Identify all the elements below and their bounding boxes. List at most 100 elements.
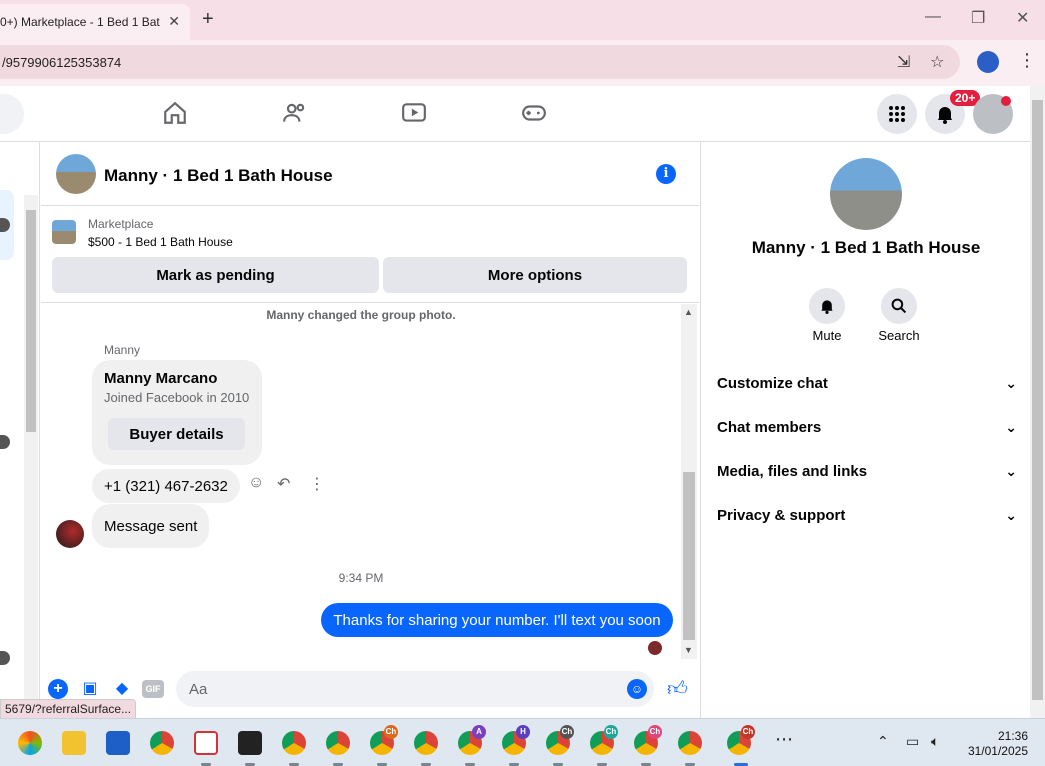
buyer-card: Manny Marcano Joined Facebook in 2010 Bu…	[92, 360, 262, 465]
sticky-notes-icon[interactable]	[238, 731, 262, 755]
system-clock[interactable]: 21:36 31/01/2025	[964, 729, 1028, 759]
file-explorer-icon[interactable]	[62, 731, 86, 755]
minimize-icon[interactable]: —	[925, 8, 941, 26]
chevron-down-icon: ⌄	[1005, 419, 1017, 435]
search-label[interactable]: Search	[869, 328, 929, 343]
message-text: Thanks for sharing your number. I'll tex…	[333, 611, 661, 629]
add-attachment-icon[interactable]: +	[48, 679, 68, 699]
snipping-tool-icon[interactable]	[194, 731, 218, 755]
scroll-down-arrow-icon[interactable]: ▼	[684, 645, 693, 655]
message-bubble[interactable]: Message sent	[92, 504, 210, 548]
chrome-profile-icon[interactable]	[326, 731, 350, 755]
item-label: Privacy & support	[717, 507, 846, 524]
tray-chevron-up-icon[interactable]: ⌃	[877, 733, 889, 750]
more-apps-icon[interactable]: ⋯	[775, 729, 793, 750]
customize-chat-item[interactable]: Customize chat ⌄	[717, 375, 1017, 392]
fb-search-field[interactable]	[0, 94, 24, 134]
marketplace-listing-bar: Marketplace $500 - 1 Bed 1 Bath House Ma…	[41, 207, 699, 303]
more-options-button[interactable]: More options	[383, 257, 687, 293]
message-bubble[interactable]: +1 (321) 467-2632	[92, 469, 240, 503]
tab-close-icon[interactable]: ✕	[168, 13, 180, 30]
address-bar-row: /9579906125353874 ⇲ ☆ ⋮	[0, 40, 1045, 86]
gif-icon[interactable]: GIF	[142, 680, 164, 698]
watch-icon[interactable]	[400, 100, 428, 128]
like-thumb-icon[interactable]: 👍︎	[667, 677, 688, 701]
chrome-profile-icon[interactable]	[414, 731, 438, 755]
message-input-placeholder: Aa	[189, 680, 208, 698]
media-files-links-item[interactable]: Media, files and links ⌄	[717, 463, 1017, 480]
conversation-title[interactable]: Manny · 1 Bed 1 Bath House	[104, 166, 333, 186]
buyer-details-button[interactable]: Buyer details	[108, 418, 245, 450]
item-label: Chat members	[717, 419, 822, 436]
info-icon[interactable]: i	[656, 164, 676, 184]
conversation-scroll-thumb[interactable]	[683, 472, 695, 640]
browser-tab[interactable]: 0+) Marketplace - 1 Bed 1 Bat ✕	[0, 4, 190, 40]
group-name: Manny · 1 Bed 1 Bath House	[751, 238, 981, 257]
privacy-support-item[interactable]: Privacy & support ⌄	[717, 507, 1017, 524]
item-label: Customize chat	[717, 375, 828, 392]
reply-icon[interactable]: ↶	[277, 474, 290, 494]
mute-label[interactable]: Mute	[797, 328, 857, 343]
install-app-icon[interactable]: ⇲	[897, 52, 910, 72]
react-emoji-icon[interactable]: ☺	[248, 474, 264, 492]
scroll-up-arrow-icon[interactable]: ▲	[684, 307, 693, 317]
url-field[interactable]: /9579906125353874	[0, 45, 960, 79]
conversation-header: Manny · 1 Bed 1 Bath House i	[41, 142, 699, 206]
store-icon[interactable]	[106, 731, 130, 755]
system-message: Manny changed the group photo.	[266, 308, 456, 322]
message-text: +1 (321) 467-2632	[104, 477, 228, 495]
page-scroll-thumb[interactable]	[1032, 100, 1043, 700]
volume-icon[interactable]: 🔈︎	[931, 733, 939, 750]
message-timestamp: 9:34 PM	[338, 571, 384, 585]
group-photo[interactable]	[830, 158, 902, 230]
friends-icon[interactable]	[281, 100, 309, 128]
sender-avatar[interactable]	[56, 520, 84, 548]
sidebar-scroll-thumb[interactable]	[26, 210, 36, 432]
link-status-bar: 5679/?referralSurface...	[0, 699, 137, 719]
chrome-icon[interactable]	[150, 731, 174, 755]
copilot-icon[interactable]	[18, 731, 42, 755]
browser-menu-icon[interactable]: ⋮	[1018, 50, 1036, 71]
marketplace-label: Marketplace	[88, 217, 154, 231]
mark-as-pending-button[interactable]: Mark as pending	[52, 257, 379, 293]
sender-name: Manny	[104, 343, 141, 357]
more-actions-icon[interactable]: ⋮	[309, 474, 325, 494]
network-icon[interactable]: ▭	[906, 733, 919, 750]
chevron-down-icon: ⌄	[1005, 375, 1017, 391]
clock-date: 31/01/2025	[967, 744, 1028, 758]
chat-members-item[interactable]: Chat members ⌄	[717, 419, 1017, 436]
window-close-icon[interactable]: ✕	[1016, 8, 1029, 28]
photo-icon[interactable]: ▣	[79, 679, 101, 699]
listing-price-title[interactable]: $500 - 1 Bed 1 Bath House	[88, 235, 233, 249]
account-alert-dot	[1001, 96, 1011, 106]
chevron-down-icon: ⌄	[1005, 507, 1017, 523]
home-icon[interactable]	[161, 100, 189, 128]
outgoing-message-bubble[interactable]: Thanks for sharing your number. I'll tex…	[321, 603, 673, 637]
browser-tab-bar: 0+) Marketplace - 1 Bed 1 Bat ✕ + — ❐ ✕	[0, 0, 1045, 40]
new-tab-button[interactable]: +	[202, 8, 214, 31]
search-icon[interactable]	[881, 288, 917, 324]
message-composer: + ▣ ◆ GIF Aa ☺ 👍︎	[41, 669, 699, 709]
chat-details-panel: Manny · 1 Bed 1 Bath House Mute Search C…	[700, 142, 1030, 718]
message-text: Message sent	[104, 517, 198, 535]
buyer-name: Manny Marcano	[104, 370, 218, 387]
facebook-header: 20+	[0, 86, 1030, 142]
message-input[interactable]: Aa	[176, 671, 654, 707]
conversation-avatar[interactable]	[56, 154, 96, 194]
restore-icon[interactable]: ❐	[971, 8, 985, 28]
mute-bell-icon[interactable]	[809, 288, 845, 324]
chrome-profile-icon[interactable]	[282, 731, 306, 755]
clock-time: 21:36	[997, 729, 1028, 743]
chrome-profile-icon[interactable]	[678, 731, 702, 755]
buyer-joined: Joined Facebook in 2010	[104, 390, 250, 405]
menu-grid-icon[interactable]	[877, 94, 917, 134]
bookmark-star-icon[interactable]: ☆	[930, 52, 944, 72]
emoji-icon[interactable]: ☺	[627, 679, 647, 699]
tab-title: 0+) Marketplace - 1 Bed 1 Bat	[0, 15, 160, 29]
gaming-icon[interactable]	[520, 100, 548, 128]
item-label: Media, files and links	[717, 463, 868, 480]
listing-thumbnail[interactable]	[52, 220, 76, 244]
browser-profile-avatar[interactable]	[977, 51, 999, 73]
sticker-icon[interactable]: ◆	[111, 679, 133, 699]
url-text: /9579906125353874	[2, 54, 122, 70]
